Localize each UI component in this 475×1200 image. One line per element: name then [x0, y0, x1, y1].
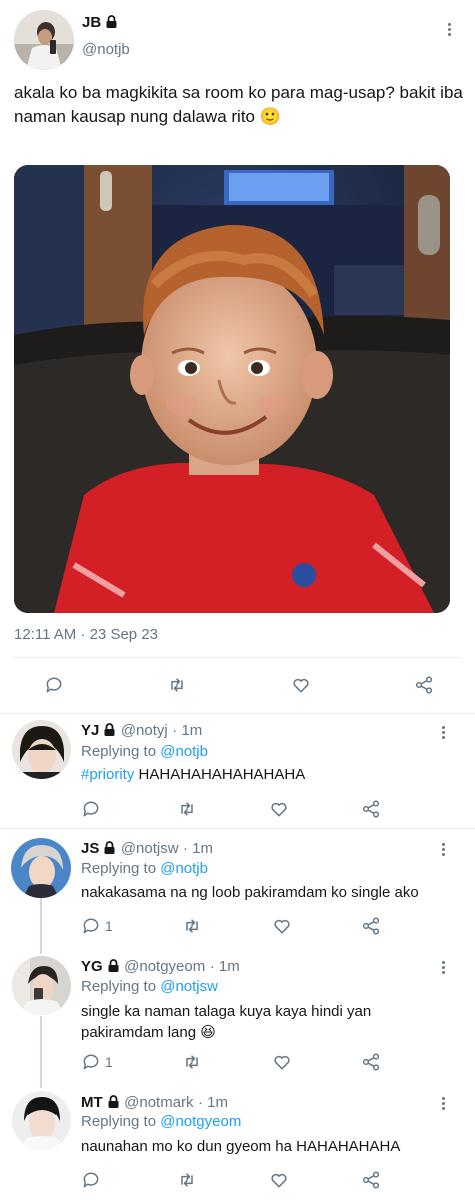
main-tweet: JB @notjb akala ko ba magkikita sa room …	[0, 0, 475, 713]
reply-action-bar	[81, 799, 381, 819]
retweet-icon[interactable]	[182, 1052, 202, 1072]
reply-author-name[interactable]: MT	[81, 1094, 103, 1111]
share-icon[interactable]	[361, 916, 381, 936]
replying-to-label: Replying to	[81, 978, 157, 995]
reply-tweet[interactable]: YJ @notyj · 1m Replying to @notjb #prior…	[0, 714, 475, 828]
reply-action-bar: 1	[81, 916, 381, 936]
lock-icon	[107, 1095, 120, 1108]
reply-action-bar: 1	[81, 1052, 381, 1072]
reply-tweet[interactable]: YG @notgyeom · 1m Replying to @notjsw si…	[0, 947, 475, 1077]
like-icon[interactable]	[269, 799, 289, 819]
reply-tweet[interactable]: MT @notmark · 1m Replying to @notgyeom n…	[0, 1083, 475, 1200]
replying-to-handle[interactable]: @notjb	[160, 860, 208, 877]
reply-author-handle[interactable]: @notyj	[121, 722, 168, 739]
reply-count: 1	[105, 918, 113, 934]
author-handle[interactable]: @notjb	[82, 41, 130, 58]
more-icon[interactable]	[433, 839, 453, 859]
replying-to-handle[interactable]: @notgyeom	[160, 1113, 241, 1130]
like-icon[interactable]	[272, 1052, 292, 1072]
reply-icon[interactable]: 1	[81, 916, 113, 936]
avatar[interactable]	[12, 720, 71, 779]
reply-author-name[interactable]: JS	[81, 840, 99, 857]
reply-author-handle[interactable]: @notgyeom	[124, 958, 205, 975]
retweet-icon[interactable]	[167, 675, 187, 695]
avatar[interactable]	[12, 1091, 71, 1150]
reply-author-name[interactable]: YJ	[81, 722, 99, 739]
share-icon[interactable]	[414, 675, 434, 695]
reply-icon[interactable]	[81, 1170, 105, 1190]
reply-icon[interactable]: 1	[81, 1052, 113, 1072]
lock-icon	[107, 959, 120, 972]
reply-time: · 1m	[183, 840, 214, 857]
tweet-photo[interactable]	[14, 165, 450, 613]
reply-time: · 1m	[209, 958, 240, 975]
reply-time: · 1m	[198, 1094, 228, 1111]
reply-text: nakakasama na ng loob pakiramdam ko sing…	[81, 884, 419, 901]
reply-author-handle[interactable]: @notjsw	[121, 840, 179, 857]
share-icon[interactable]	[361, 1052, 381, 1072]
replying-to-label: Replying to	[81, 1113, 157, 1130]
like-icon[interactable]	[291, 675, 311, 695]
reply-author-handle[interactable]: @notmark	[124, 1094, 193, 1111]
tweet-text: akala ko ba magkikita sa room ko para ma…	[14, 83, 463, 126]
reply-text: single ka naman talaga kuya kaya hindi y…	[81, 1003, 372, 1041]
reply-text-wrap: single ka naman talaga kuya kaya hindi y…	[81, 1001, 421, 1043]
replying-to-handle[interactable]: @notjb	[160, 743, 208, 760]
smiley-emoji: 🙂	[259, 107, 281, 126]
reply-text: naunahan mo ko dun gyeom ha HAHAHAHAHA	[81, 1138, 401, 1155]
lock-icon	[105, 15, 118, 28]
tweet-timestamp[interactable]: 12:11 AM · 23 Sep 23	[14, 626, 158, 643]
retweet-icon[interactable]	[177, 799, 197, 819]
reply-count: 1	[105, 1054, 113, 1070]
laughing-emoji: 😆	[200, 1024, 216, 1041]
reply-text: HAHAHAHAHAHAHAHA	[138, 766, 306, 783]
main-action-bar	[44, 675, 434, 695]
share-icon[interactable]	[361, 1170, 381, 1190]
reply-time: · 1m	[172, 722, 203, 739]
replying-to-handle[interactable]: @notjsw	[160, 978, 218, 995]
more-icon[interactable]	[439, 19, 459, 39]
author-avatar[interactable]	[14, 10, 74, 70]
like-icon[interactable]	[272, 916, 292, 936]
replying-to-label: Replying to	[81, 743, 157, 760]
avatar[interactable]	[12, 956, 71, 1015]
like-icon[interactable]	[269, 1170, 289, 1190]
reply-icon[interactable]	[81, 799, 105, 819]
replying-to-label: Replying to	[81, 860, 157, 877]
reply-action-bar	[81, 1170, 381, 1190]
retweet-icon[interactable]	[182, 916, 202, 936]
author-name[interactable]: JB	[82, 14, 101, 31]
reply-tweet[interactable]: JS @notjsw · 1m Replying to @notjb nakak…	[0, 829, 475, 947]
share-icon[interactable]	[361, 799, 381, 819]
hashtag-link[interactable]: #priority	[81, 766, 134, 783]
reply-icon[interactable]	[44, 675, 64, 695]
lock-icon	[103, 841, 116, 854]
retweet-icon[interactable]	[177, 1170, 197, 1190]
avatar[interactable]	[11, 838, 71, 898]
more-icon[interactable]	[433, 957, 453, 977]
more-icon[interactable]	[433, 722, 453, 742]
lock-icon	[103, 723, 116, 736]
reply-author-name[interactable]: YG	[81, 958, 103, 975]
more-icon[interactable]	[433, 1093, 453, 1113]
